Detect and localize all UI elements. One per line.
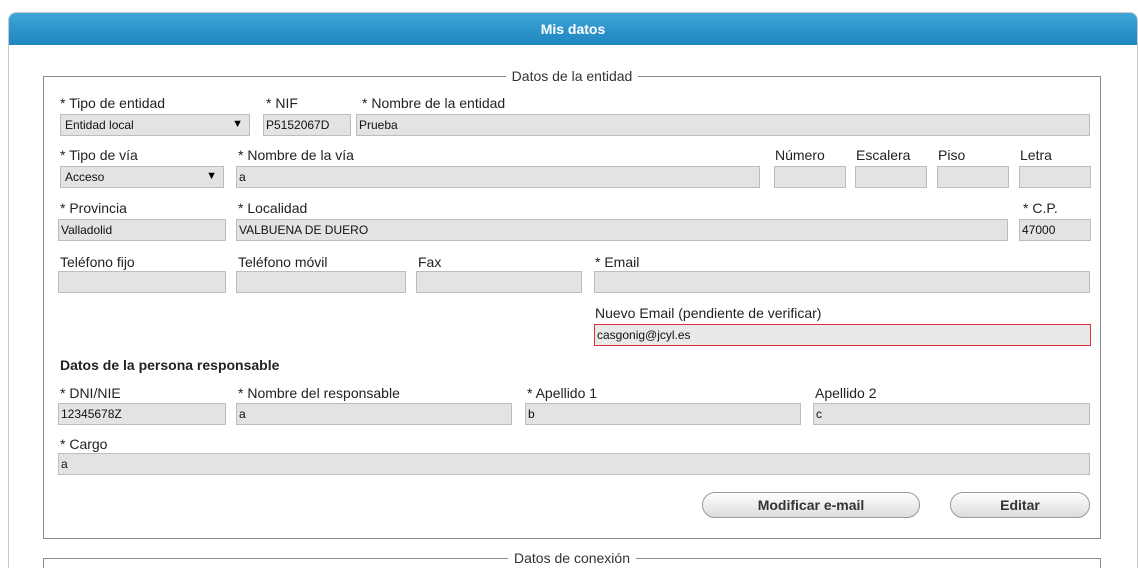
escalera-field[interactable]: [855, 166, 927, 188]
apellido1-field[interactable]: b: [525, 403, 801, 425]
escalera-label: Escalera: [856, 147, 911, 163]
localidad-label: * Localidad: [238, 200, 308, 216]
email-label: * Email: [595, 254, 640, 270]
numero-field[interactable]: [774, 166, 846, 188]
nombre-entidad-label: * Nombre de la entidad: [362, 95, 506, 111]
tipo-entidad-value: Entidad local: [65, 118, 134, 132]
fax-label: Fax: [418, 254, 442, 270]
nombre-via-field[interactable]: a: [236, 166, 760, 188]
editar-button[interactable]: Editar: [950, 492, 1090, 518]
modificar-email-button[interactable]: Modificar e-mail: [702, 492, 920, 518]
letra-label: Letra: [1020, 147, 1052, 163]
nif-field[interactable]: P5152067D: [263, 114, 351, 136]
telefono-fijo-field[interactable]: [58, 271, 226, 293]
letra-field[interactable]: [1019, 166, 1091, 188]
cp-label: * C.P.: [1023, 200, 1058, 216]
tipo-entidad-select[interactable]: Entidad local ▼: [60, 114, 250, 136]
dni-label: * DNI/NIE: [60, 385, 121, 401]
nuevo-email-label: Nuevo Email (pendiente de verificar): [595, 305, 822, 321]
nombre-entidad-field[interactable]: Prueba: [356, 114, 1090, 136]
cp-field[interactable]: 47000: [1019, 219, 1091, 241]
provincia-field[interactable]: Valladolid: [58, 219, 226, 241]
tipo-via-label: * Tipo de vía: [60, 147, 138, 163]
dni-field[interactable]: 12345678Z: [58, 403, 226, 425]
nombre-responsable-field[interactable]: a: [236, 403, 512, 425]
apellido2-label: Apellido 2: [815, 385, 877, 401]
telefono-movil-label: Teléfono móvil: [238, 254, 328, 270]
telefono-fijo-label: Teléfono fijo: [60, 254, 135, 270]
numero-label: Número: [775, 147, 825, 163]
fax-field[interactable]: [416, 271, 582, 293]
apellido2-field[interactable]: c: [813, 403, 1090, 425]
datos-entidad-legend: Datos de la entidad: [511, 68, 633, 84]
tipo-via-value: Acceso: [65, 170, 105, 184]
nombre-responsable-label: * Nombre del responsable: [238, 385, 400, 401]
cargo-label: * Cargo: [60, 436, 108, 452]
nif-label: * NIF: [266, 95, 298, 111]
datos-conexion-fieldset: Datos de conexión: [43, 550, 1101, 568]
chevron-down-icon: ▼: [206, 170, 217, 182]
piso-field[interactable]: [937, 166, 1009, 188]
page-title: Mis datos: [540, 21, 606, 37]
nombre-via-label: * Nombre de la vía: [238, 147, 354, 163]
panel-header: Mis datos: [9, 13, 1137, 45]
responsable-section-title: Datos de la persona responsable: [60, 357, 280, 373]
provincia-label: * Provincia: [60, 200, 127, 216]
email-field[interactable]: [594, 271, 1090, 293]
nuevo-email-field[interactable]: casgonig@jcyl.es: [594, 324, 1091, 346]
tipo-via-select[interactable]: Acceso ▼: [60, 166, 224, 188]
apellido1-label: * Apellido 1: [527, 385, 598, 401]
piso-label: Piso: [938, 147, 966, 163]
datos-conexion-legend: Datos de conexión: [514, 550, 630, 566]
chevron-down-icon: ▼: [232, 118, 243, 130]
localidad-field[interactable]: VALBUENA DE DUERO: [236, 219, 1008, 241]
telefono-movil-field[interactable]: [236, 271, 406, 293]
tipo-entidad-label: * Tipo de entidad: [60, 95, 166, 111]
cargo-field[interactable]: a: [58, 453, 1090, 475]
